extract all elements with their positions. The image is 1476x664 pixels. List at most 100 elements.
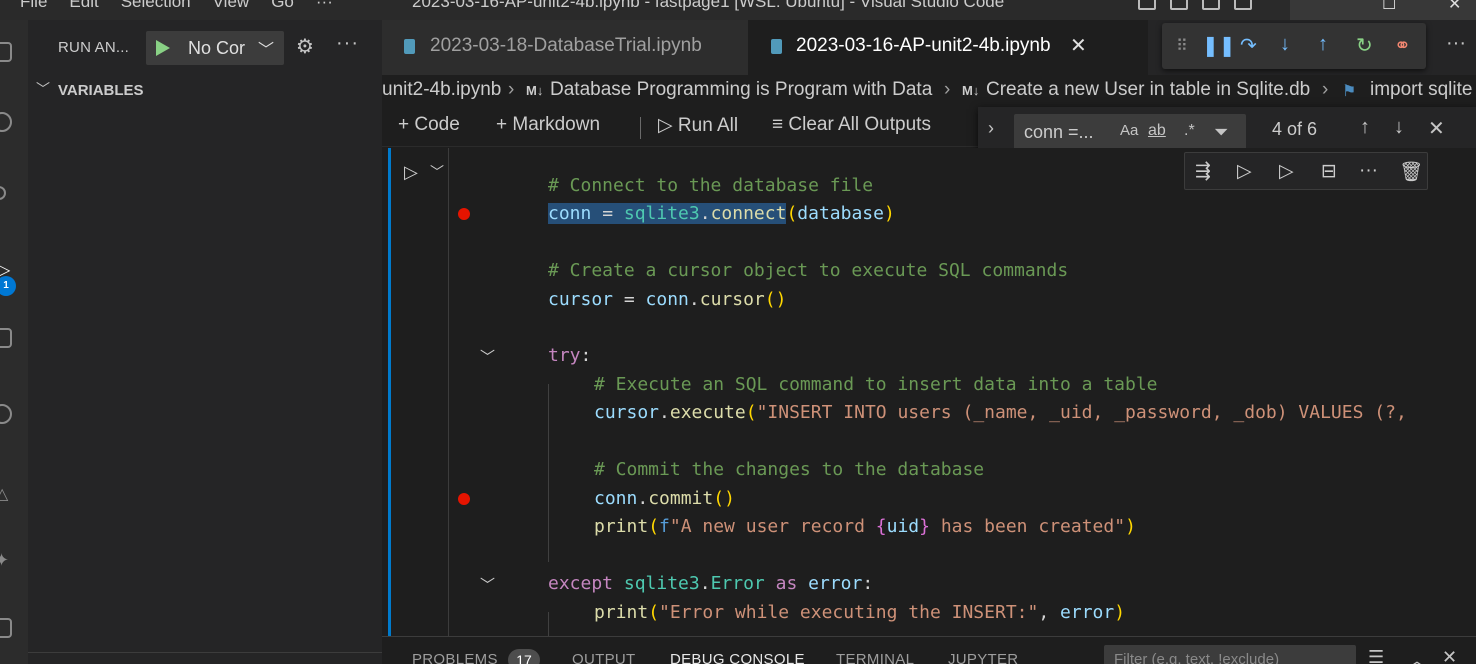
- source-control-icon[interactable]: [0, 186, 6, 200]
- filter-icon[interactable]: ⏷: [1214, 122, 1228, 143]
- menu-edit[interactable]: Edit: [69, 0, 98, 12]
- add-code-label: Code: [414, 114, 460, 135]
- code-line: except sqlite3.Error as error:: [548, 573, 874, 594]
- add-markdown-label: Markdown: [512, 114, 601, 135]
- menu-go[interactable]: Go: [271, 0, 294, 12]
- explorer-icon[interactable]: [0, 42, 12, 62]
- add-code-cell-button[interactable]: + Code: [398, 114, 460, 136]
- clear-outputs-label: Clear All Outputs: [788, 114, 931, 135]
- customize-layout-icon[interactable]: [1234, 0, 1252, 10]
- menu-file[interactable]: File: [20, 0, 47, 12]
- execute-below-icon[interactable]: ▷: [1279, 160, 1294, 183]
- filter-placeholder: Filter (e.g. text, !exclude): [1114, 651, 1280, 664]
- notebook-file-icon: [771, 39, 782, 54]
- breadcrumb-item[interactable]: Create a new User in table in Sqlite.db: [986, 79, 1310, 101]
- clear-console-icon[interactable]: ☰: [1368, 647, 1384, 664]
- problems-count-badge: 17: [508, 649, 540, 664]
- match-case-icon[interactable]: Aa: [1120, 122, 1138, 139]
- disconnect-icon[interactable]: ⚭: [1394, 33, 1411, 58]
- tab-terminal[interactable]: TERMINAL: [836, 651, 914, 664]
- match-count: 4 of 6: [1272, 119, 1318, 139]
- code-line: cursor = conn.cursor(): [548, 289, 787, 310]
- notebook-icon[interactable]: [0, 618, 12, 638]
- tab-problems[interactable]: PROBLEMS: [412, 651, 498, 664]
- code-line: try:: [548, 345, 592, 366]
- fold-chevron-icon[interactable]: ﹀: [480, 346, 495, 367]
- side-bar: RUN AN... No Cor ﹀ ⚙ ··· ﹀ VARIABLES: [28, 20, 382, 664]
- breadcrumb-item[interactable]: Database Programming is Program with Dat…: [550, 79, 932, 101]
- breakpoint-icon[interactable]: [458, 493, 470, 505]
- add-markdown-cell-button[interactable]: + Markdown: [496, 114, 600, 136]
- match-whole-word-icon[interactable]: ab: [1148, 122, 1166, 140]
- window-title: 2023-03-16-AP-unit2-4b.ipynb - fastpage1…: [412, 0, 1005, 11]
- close-find-icon[interactable]: ✕: [1428, 116, 1445, 141]
- clear-all-outputs-button[interactable]: ≡ Clear All Outputs: [772, 114, 931, 136]
- breakpoint-icon[interactable]: [458, 208, 470, 220]
- remote-explorer-icon[interactable]: [0, 404, 12, 424]
- tab-jupyter[interactable]: JUPYTER: [948, 651, 1018, 664]
- use-regex-icon[interactable]: .*: [1184, 122, 1195, 140]
- testing-icon[interactable]: △: [0, 484, 8, 504]
- close-window-icon[interactable]: ✕: [1448, 0, 1461, 14]
- tab-ap-unit2-4b[interactable]: 2023-03-16-AP-unit2-4b.ipynb ✕: [748, 20, 1148, 75]
- restart-icon[interactable]: ↻: [1356, 33, 1373, 58]
- indent-guide: [548, 384, 549, 562]
- more-actions-icon[interactable]: ···: [336, 32, 359, 55]
- code-editor[interactable]: ﹀ ﹀ # Connect to the database file conn …: [382, 148, 1476, 636]
- fold-chevron-icon[interactable]: ﹀: [480, 574, 495, 595]
- step-into-icon[interactable]: ↓: [1280, 33, 1290, 56]
- execute-above-icon[interactable]: ▷: [1237, 160, 1252, 183]
- python-icon: ⚑: [1342, 83, 1357, 100]
- split-cell-icon[interactable]: ⊟: [1321, 160, 1337, 183]
- tab-label: 2023-03-18-DatabaseTrial.ipynb: [430, 35, 702, 56]
- toggle-replace-chevron-icon[interactable]: ›: [988, 118, 994, 139]
- maximize-panel-icon[interactable]: ︿: [1408, 647, 1426, 664]
- menu-selection[interactable]: Selection: [121, 0, 191, 12]
- breadcrumb-item[interactable]: import sqlite: [1370, 79, 1472, 101]
- chevron-down-icon[interactable]: ﹀: [258, 36, 274, 60]
- start-debugging-icon[interactable]: [156, 40, 170, 56]
- toggle-secondary-sidebar-icon[interactable]: [1202, 0, 1220, 10]
- run-all-button[interactable]: ▷ Run All: [658, 114, 738, 137]
- sidebar-title: RUN AN...: [58, 39, 129, 56]
- code-line: # Create a cursor object to execute SQL …: [548, 260, 1069, 281]
- title-bar: File Edit Selection View Go ··· 2023-03-…: [0, 0, 1476, 20]
- tab-debug-console[interactable]: DEBUG CONSOLE: [670, 651, 805, 664]
- menu-more[interactable]: ···: [316, 0, 333, 12]
- tab-database-trial[interactable]: 2023-03-18-DatabaseTrial.ipynb: [382, 20, 748, 75]
- toggle-panel-icon[interactable]: [1170, 0, 1188, 10]
- previous-match-icon[interactable]: ↑: [1360, 116, 1370, 139]
- close-panel-icon[interactable]: ✕: [1442, 647, 1457, 664]
- maximize-icon[interactable]: ☐: [1382, 0, 1396, 14]
- tab-label: 2023-03-16-AP-unit2-4b.ipynb: [796, 35, 1051, 56]
- drag-handle-icon[interactable]: ⠿: [1176, 36, 1188, 56]
- variables-section-header[interactable]: ﹀ VARIABLES: [28, 78, 382, 104]
- breadcrumb-file[interactable]: unit2-4b.ipynb: [382, 79, 501, 101]
- variables-label: VARIABLES: [58, 82, 144, 99]
- step-out-icon[interactable]: ↑: [1318, 33, 1328, 56]
- code-cell[interactable]: ▷ ﹀ ﹀ ﹀ # Connect to the database file c…: [382, 148, 1476, 636]
- gear-icon[interactable]: ⚙: [296, 34, 314, 59]
- toggle-sidebar-icon[interactable]: [1138, 0, 1156, 10]
- find-input[interactable]: conn =... Aa ab .* ⏷: [1014, 114, 1246, 150]
- menu-view[interactable]: View: [213, 0, 250, 12]
- launch-config-select[interactable]: No Cor ﹀: [146, 31, 284, 65]
- editor-more-actions-icon[interactable]: ···: [1446, 32, 1466, 55]
- breadcrumb-chevron-icon: ›: [508, 79, 515, 100]
- more-cell-actions-icon[interactable]: ···: [1359, 160, 1378, 182]
- delete-cell-icon[interactable]: 🗑: [1399, 160, 1423, 184]
- debug-console-filter-input[interactable]: Filter (e.g. text, !exclude): [1104, 645, 1356, 664]
- step-over-icon[interactable]: ↷: [1240, 33, 1257, 58]
- search-icon[interactable]: [0, 112, 12, 132]
- close-icon[interactable]: ✕: [1070, 33, 1087, 58]
- extensions-icon[interactable]: [0, 328, 12, 348]
- next-match-icon[interactable]: ↓: [1394, 116, 1404, 139]
- pause-icon[interactable]: ❚❚: [1202, 33, 1236, 58]
- debug-toolbar: ⠿ ❚❚ ↷ ↓ ↑ ↻ ⚭: [1162, 23, 1426, 69]
- code-line: print("Error while executing the INSERT:…: [594, 602, 1126, 623]
- markdown-icon: M↓: [526, 83, 544, 98]
- run-by-line-icon[interactable]: ⇶: [1195, 160, 1211, 183]
- pin-icon[interactable]: ✦: [0, 550, 9, 571]
- tab-output[interactable]: OUTPUT: [572, 651, 635, 664]
- code-line: conn = sqlite3.connect(database): [548, 203, 895, 224]
